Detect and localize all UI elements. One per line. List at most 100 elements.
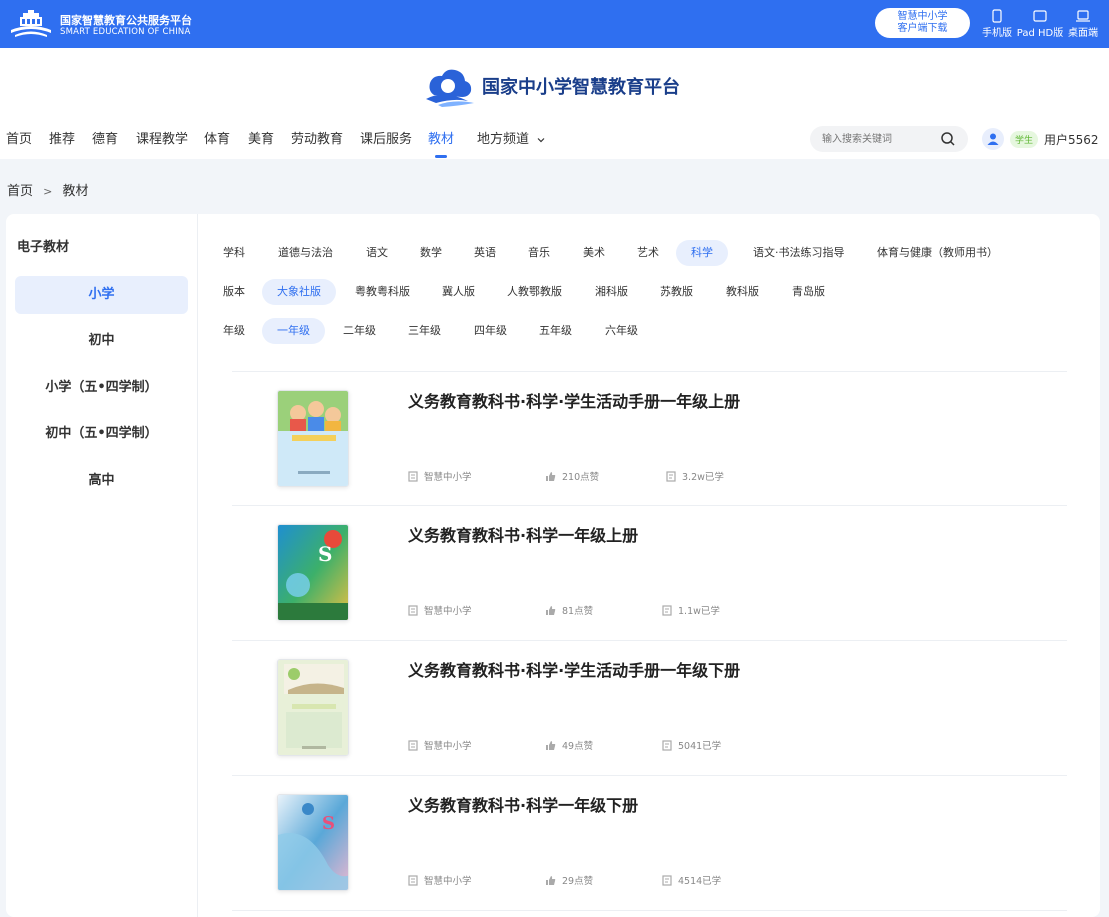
grade-chip-6[interactable]: 六年级 [590,318,653,344]
book-learned-icon [662,604,672,616]
subject-chip-music[interactable]: 音乐 [513,240,565,266]
nav-after-school[interactable]: 课后服务 [360,128,412,158]
book-learned-icon [662,739,672,751]
desktop-version-link[interactable]: 桌面端 [1066,9,1100,39]
breadcrumb-current: 教材 [62,184,89,199]
brand[interactable]: 国家中小学智慧教育平台 [424,65,680,107]
breadcrumb-separator: > [43,185,53,198]
book-cover[interactable] [277,390,349,487]
book-cover[interactable] [277,659,349,756]
pad-version-link[interactable]: Pad HD版 [1016,9,1064,39]
book-title[interactable]: 义务教育教科书·科学·学生活动手册一年级下册 [408,657,740,681]
sidebar-item-junior[interactable]: 初中 [15,322,188,360]
avatar[interactable] [982,128,1004,150]
user-profile[interactable]: 学生 用户5562 [982,128,1099,150]
mobile-version-link[interactable]: 手机版 [980,9,1014,39]
sidebar-item-primary[interactable]: 小学 [15,276,188,314]
platform-logo-icon[interactable] [8,8,54,40]
book-item[interactable]: S 义务教育教科书·科学一年级下册 智慧中小学 29点赞 4514已学 [232,776,1067,910]
edition-chip-qingdao[interactable]: 青岛版 [777,279,840,305]
subject-chip-art[interactable]: 艺术 [622,240,674,266]
book-item[interactable]: S 义务教育教科书·科学一年级上册 智慧中小学 81点赞 1.1w已学 [232,506,1067,640]
divider [232,910,1067,911]
grade-chip-3[interactable]: 三年级 [393,318,456,344]
edition-chip-yuejiao[interactable]: 粤教粤科版 [340,279,425,305]
edition-chip-xiangke[interactable]: 湘科版 [580,279,643,305]
search-icon[interactable] [940,131,956,147]
book-item[interactable]: 义务教育教科书·科学·学生活动手册一年级下册 智慧中小学 49点赞 5041已学 [232,641,1067,775]
book-cover[interactable]: S [277,794,349,891]
subject-chip-math[interactable]: 数学 [405,240,457,266]
phone-icon [992,9,1002,23]
username[interactable]: 用户5562 [1044,131,1099,148]
search-input[interactable] [822,130,934,148]
nav-courses[interactable]: 课程教学 [136,128,188,158]
edition-chip-sujiao[interactable]: 苏教版 [645,279,708,305]
nav-moral-education[interactable]: 德育 [92,128,118,158]
book-likes-label: 81点赞 [562,606,594,617]
site-header: 国家中小学智慧教育平台 首页 推荐 德育 课程教学 体育 美育 劳动教育 课后服… [0,48,1109,159]
breadcrumb-home[interactable]: 首页 [7,184,33,199]
nav-local-channel-label: 地方频道 [477,132,530,147]
grade-filter-label: 年级 [223,324,245,337]
edition-chip-renjiao-ejiao[interactable]: 人教鄂教版 [492,279,577,305]
book-cover[interactable]: S [277,524,349,621]
thumbs-up-icon [546,875,556,885]
sidebar-item-junior-54[interactable]: 初中（五•四学制） [15,415,188,453]
nav-recommend[interactable]: 推荐 [49,128,75,158]
subject-chip-english[interactable]: 英语 [459,240,511,266]
grade-chip-2[interactable]: 二年级 [328,318,391,344]
subject-chip-morality-law[interactable]: 道德与法治 [263,240,348,266]
subject-chip-calligraphy[interactable]: 语文·书法练习指导 [738,240,860,266]
book-learners: 4514已学 [662,873,721,887]
top-bar: 国家智慧教育公共服务平台 SMART EDUCATION OF CHINA 智慧… [0,0,1109,48]
mobile-version-label: 手机版 [982,28,1012,39]
book-learners-label: 3.2w已学 [682,472,724,483]
grade-chip-1[interactable]: 一年级 [262,318,325,344]
client-download-button[interactable]: 智慧中小学 客户端下载 [875,8,970,38]
book-likes-label: 29点赞 [562,876,594,887]
download-label-line1: 智慧中小学 [897,11,948,22]
book-title[interactable]: 义务教育教科书·科学·学生活动手册一年级上册 [408,388,740,412]
edition-chip-daxiang[interactable]: 大象社版 [262,279,336,305]
nav-sports[interactable]: 体育 [204,128,230,158]
sidebar-item-primary-54[interactable]: 小学（五•四学制） [15,369,188,407]
book-title[interactable]: 义务教育教科书·科学一年级下册 [408,792,638,816]
platform-name-en: SMART EDUCATION OF CHINA [60,27,191,37]
subject-chip-science[interactable]: 科学 [676,240,728,266]
role-badge: 学生 [1010,130,1039,148]
book-publisher: 智慧中小学 [408,469,472,483]
nav-textbooks[interactable]: 教材 [428,128,454,158]
book-likes: 49点赞 [545,738,593,752]
book-publisher-label: 智慧中小学 [424,741,472,752]
subject-chip-pe-health[interactable]: 体育与健康（教师用书） [862,240,1013,266]
brand-name: 国家中小学智慧教育平台 [482,77,680,98]
nav-arts[interactable]: 美育 [248,128,274,158]
svg-text:S: S [322,813,335,834]
nav-local-channel[interactable]: 地方频道 [477,128,546,158]
platform-name-cn: 国家智慧教育公共服务平台 [60,14,192,27]
edition-filter-label: 版本 [223,285,245,298]
subject-chip-fine-arts[interactable]: 美术 [568,240,620,266]
book-cover-image: S [278,795,348,890]
edition-chip-jiaoke[interactable]: 教科版 [711,279,774,305]
subject-chip-chinese[interactable]: 语文 [351,240,403,266]
edition-chip-jiren[interactable]: 冀人版 [427,279,490,305]
grade-chip-5[interactable]: 五年级 [524,318,587,344]
book-publisher: 智慧中小学 [408,873,472,887]
book-title[interactable]: 义务教育教科书·科学一年级上册 [408,522,638,546]
book-item[interactable]: 义务教育教科书·科学·学生活动手册一年级上册 智慧中小学 210点赞 3.2w已… [232,372,1067,506]
breadcrumb: 首页 > 教材 [7,180,89,199]
pad-version-label: Pad HD版 [1016,28,1064,39]
book-publisher-label: 智慧中小学 [424,472,472,483]
book-publisher: 智慧中小学 [408,603,472,617]
nav-home[interactable]: 首页 [6,128,32,158]
thumbs-up-icon [546,740,556,750]
nav-labor-education[interactable]: 劳动教育 [291,128,343,158]
search-box[interactable] [810,126,968,152]
sidebar-item-senior[interactable]: 高中 [15,462,188,500]
book-publisher: 智慧中小学 [408,738,472,752]
tablet-icon [1033,10,1047,22]
thumbs-up-icon [546,471,556,481]
grade-chip-4[interactable]: 四年级 [459,318,522,344]
